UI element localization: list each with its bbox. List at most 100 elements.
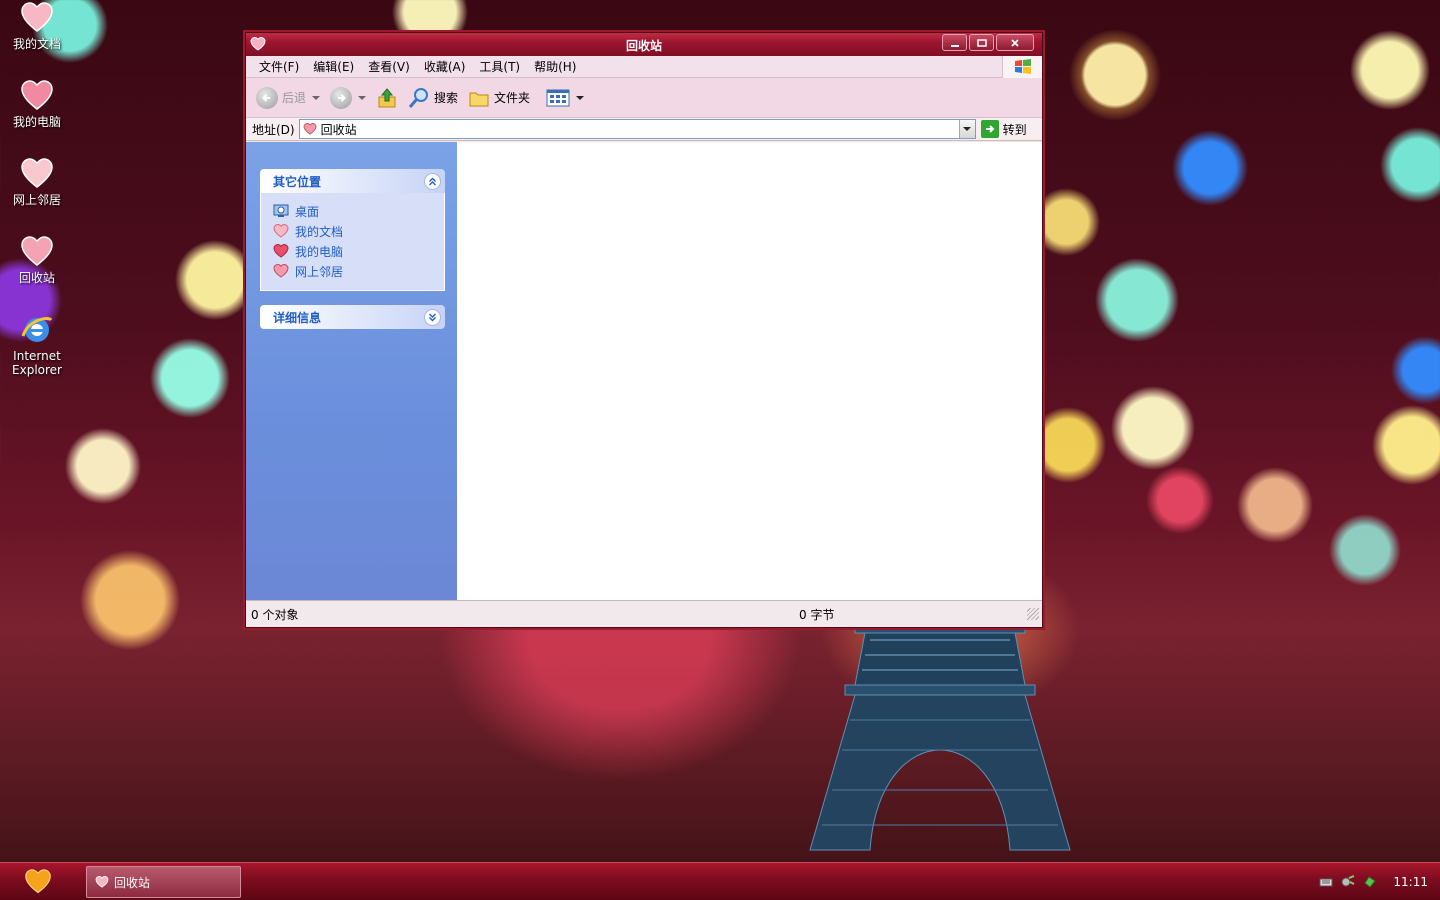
chevron-down-icon	[963, 127, 972, 131]
standard-toolbar: 后退 搜索 文件夹	[246, 78, 1042, 118]
system-tray: 11:11	[1310, 863, 1440, 900]
heart-icon	[273, 223, 289, 238]
chevron-down-icon[interactable]	[576, 95, 585, 100]
update-icon[interactable]	[1363, 875, 1377, 889]
address-value: 回收站	[320, 122, 357, 137]
heart-icon	[21, 2, 53, 32]
desktop-icon-label-line2: Explorer	[12, 363, 62, 377]
clock[interactable]: 11:11	[1393, 875, 1428, 889]
search-button[interactable]: 搜索	[408, 87, 458, 109]
desktop-icon-recycle-bin[interactable]: 回收站	[2, 236, 72, 285]
forward-button[interactable]	[330, 86, 367, 109]
folders-label: 文件夹	[494, 91, 531, 105]
taskbar-item-label: 回收站	[114, 875, 151, 890]
heart-icon	[21, 158, 53, 188]
desktop-icon-label: 我的文档	[12, 37, 61, 51]
menu-view[interactable]: 查看(V)	[361, 58, 417, 75]
desktop-icon-label: 网上邻居	[12, 193, 61, 207]
status-object-count: 0 个对象	[251, 607, 299, 622]
desktop-icon-internet-explorer[interactable]: Internet Explorer	[2, 314, 72, 377]
folders-button[interactable]: 文件夹	[468, 87, 530, 109]
desktop-icon-label: 我的电脑	[12, 115, 61, 129]
place-link-my-documents[interactable]: 我的文档	[273, 221, 434, 241]
expand-chevron-icon[interactable]	[424, 308, 441, 326]
desktop-icon-label-line1: Internet	[13, 349, 61, 363]
heart-icon	[21, 80, 53, 110]
heart-icon	[95, 876, 109, 888]
desktop-icon-my-documents[interactable]: 我的文档	[2, 2, 72, 51]
place-link-label: 我的文档	[295, 224, 344, 239]
keyboard-icon[interactable]	[1319, 875, 1333, 889]
go-arrow-icon	[980, 120, 999, 138]
desktop-icon-my-computer[interactable]: 我的电脑	[2, 80, 72, 129]
chevron-down-icon[interactable]	[312, 95, 321, 100]
search-label: 搜索	[434, 91, 459, 105]
taskbar: 回收站 11:11	[0, 862, 1440, 900]
recycle-bin-window: 回收站 文件(F) 编辑(E) 查看(V) 收藏(A) 工具(T) 帮助(H)	[245, 32, 1043, 628]
other-places-list: 桌面 我的文档 我的电脑 网上邻居	[260, 193, 445, 291]
heart-icon	[273, 243, 289, 258]
desktop-icon	[273, 204, 289, 217]
resize-grip-icon[interactable]	[1027, 608, 1039, 620]
minimize-button[interactable]	[942, 34, 967, 51]
internet-explorer-icon	[21, 317, 53, 342]
status-bar: 0 个对象 0 字节	[246, 600, 1042, 627]
collapse-chevron-icon[interactable]	[424, 172, 441, 190]
place-link-label: 我的电脑	[295, 244, 344, 259]
up-folder-button[interactable]	[376, 87, 398, 109]
task-pane: 其它位置 桌面 我的文档 我的电脑 网上邻居 详细信息	[246, 142, 457, 601]
views-button[interactable]	[546, 88, 585, 108]
search-icon	[408, 87, 429, 108]
menu-bar: 文件(F) 编辑(E) 查看(V) 收藏(A) 工具(T) 帮助(H)	[246, 56, 1042, 78]
back-label: 后退	[282, 91, 307, 105]
start-button[interactable]	[16, 866, 60, 898]
other-places-panel: 其它位置 桌面 我的文档 我的电脑 网上邻居	[260, 169, 445, 291]
other-places-title: 其它位置	[273, 174, 322, 189]
up-folder-icon	[378, 87, 396, 107]
folder-icon	[469, 92, 489, 106]
address-dropdown-button[interactable]	[958, 120, 975, 138]
chevron-down-icon[interactable]	[358, 95, 367, 100]
go-label: 转到	[1002, 122, 1027, 137]
details-header[interactable]: 详细信息	[260, 305, 445, 329]
maximize-icon	[976, 38, 987, 47]
start-heart-icon	[25, 869, 51, 894]
close-icon	[1011, 38, 1019, 47]
taskbar-item-recycle-bin[interactable]: 回收站	[86, 866, 241, 898]
forward-arrow-icon	[330, 86, 353, 109]
place-link-desktop[interactable]: 桌面	[273, 201, 434, 221]
back-button[interactable]: 后退	[256, 86, 321, 109]
address-bar: 地址(D) 回收站 转到	[246, 118, 1042, 141]
address-input[interactable]: 回收站	[298, 119, 976, 139]
back-arrow-icon	[256, 86, 278, 109]
window-content: 其它位置 桌面 我的文档 我的电脑 网上邻居 详细信息	[246, 142, 1042, 601]
window-title: 回收站	[625, 39, 662, 53]
details-panel: 详细信息	[260, 305, 445, 329]
other-places-header[interactable]: 其它位置	[260, 169, 445, 193]
desktop-icon-label: 回收站	[18, 271, 55, 285]
windows-logo-icon	[1002, 56, 1042, 78]
place-link-my-computer[interactable]: 我的电脑	[273, 241, 434, 261]
title-bar[interactable]: 回收站	[246, 33, 1042, 56]
minimize-icon	[950, 44, 959, 47]
status-size: 0 字节	[799, 607, 835, 622]
network-icon[interactable]	[1341, 875, 1355, 889]
go-button[interactable]: 转到	[980, 120, 1027, 138]
views-icon	[546, 89, 570, 106]
place-link-network-places[interactable]: 网上邻居	[273, 261, 434, 281]
close-button[interactable]	[996, 34, 1034, 51]
maximize-button[interactable]	[969, 34, 994, 51]
address-label: 地址(D)	[252, 122, 295, 137]
heart-icon	[21, 236, 53, 266]
menu-file[interactable]: 文件(F)	[252, 58, 306, 75]
menu-tools[interactable]: 工具(T)	[472, 58, 527, 75]
file-list-area[interactable]	[457, 142, 1042, 601]
heart-icon	[303, 123, 317, 135]
details-title: 详细信息	[273, 310, 322, 325]
menu-favorites[interactable]: 收藏(A)	[417, 58, 473, 75]
desktop-icon-network-places[interactable]: 网上邻居	[2, 158, 72, 207]
menu-edit[interactable]: 编辑(E)	[306, 58, 361, 75]
menu-help[interactable]: 帮助(H)	[527, 58, 583, 75]
heart-icon	[273, 263, 289, 278]
place-link-label: 网上邻居	[295, 264, 344, 279]
